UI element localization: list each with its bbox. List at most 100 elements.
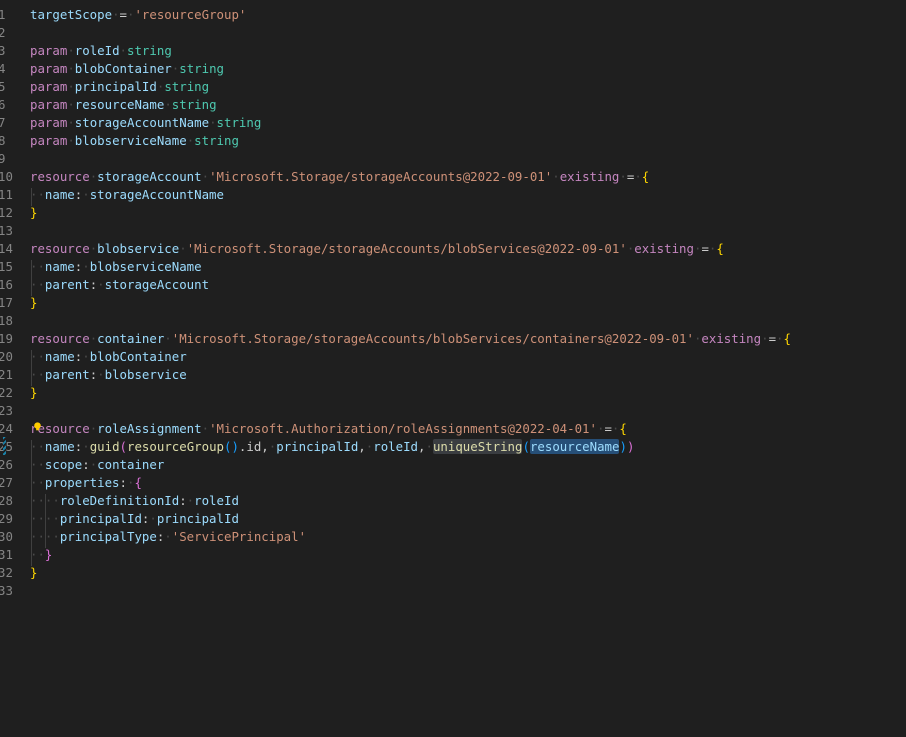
code-line[interactable]: 27 ··properties:·{ [0, 474, 906, 492]
line-content: resource·roleAssignment·'Microsoft.Autho… [30, 420, 627, 438]
line-content: ··properties:·{ [30, 474, 142, 492]
code-line[interactable]: 7 param·storageAccountName·string [0, 114, 906, 132]
code-token: : [119, 475, 127, 490]
code-token: ) [626, 439, 635, 454]
code-line[interactable]: 29 ····principalId:·principalId [0, 510, 906, 528]
code-line[interactable]: 10 resource·storageAccount·'Microsoft.Sto… [0, 168, 906, 186]
code-line[interactable]: 6 param·resourceName·string [0, 96, 906, 114]
code-token: 'Microsoft.Storage/storageAccounts/blobS… [186, 241, 627, 256]
code-token: } [30, 385, 38, 400]
line-number: 10 [0, 169, 13, 184]
code-token: · [67, 115, 75, 130]
code-line[interactable]: 8 param·blobserviceName·string [0, 132, 906, 150]
line-content: ··name:·storageAccountName [30, 186, 224, 204]
code-line[interactable]: 11 ··name:·storageAccountName [0, 186, 906, 204]
code-token: = [768, 331, 777, 346]
code-line[interactable]: 13 [0, 222, 906, 240]
line-number: 2 [0, 25, 6, 40]
code-token: uniqueString [432, 439, 523, 454]
code-token: · [164, 529, 172, 544]
code-token: { [619, 421, 627, 436]
code-line[interactable]: 18 [0, 312, 906, 330]
code-token: ( [522, 439, 530, 454]
code-token: existing [559, 169, 620, 184]
code-line[interactable]: 4 param·blobContainer·string [0, 60, 906, 78]
code-token: · [149, 511, 157, 526]
code-token: blobserviceName [74, 133, 187, 148]
line-number: 21 [0, 367, 13, 382]
code-token: { [716, 241, 724, 256]
code-token: param [30, 97, 68, 112]
code-token: · [67, 79, 75, 94]
code-token: 'resourceGroup' [134, 7, 247, 22]
code-token: principalId [59, 511, 142, 526]
code-token: ( [119, 439, 128, 454]
code-token: blobservice [97, 241, 180, 256]
code-line[interactable]: 31 ··} [0, 546, 906, 564]
scrolled-off-line [0, 0, 906, 4]
code-token: 'Microsoft.Storage/storageAccounts@2022-… [209, 169, 553, 184]
code-token: string [179, 61, 224, 76]
code-token: resource [30, 241, 90, 256]
code-line[interactable]: 9 [0, 150, 906, 168]
line-number: 11 [0, 187, 13, 202]
indent-guide [31, 260, 32, 296]
line-number: 31 [0, 547, 13, 562]
line-content: resource·storageAccount·'Microsoft.Stora… [30, 168, 649, 186]
code-line[interactable]: 22} [0, 384, 906, 402]
line-content: ··parent:·storageAccount [30, 276, 209, 294]
code-token: : [82, 457, 90, 472]
code-token: container [97, 457, 165, 472]
code-token: parent [44, 277, 90, 292]
code-token: blobservice [104, 367, 187, 382]
line-number: 12 [0, 205, 13, 220]
line-content: resource·blobservice·'Microsoft.Storage/… [30, 240, 724, 258]
line-number: 30 [0, 529, 13, 544]
code-token: param [30, 115, 68, 130]
code-line[interactable]: 2 [0, 24, 906, 42]
code-line[interactable]: 33 [0, 582, 906, 600]
code-line[interactable]: 24 resource·roleAssignment·'Microsoft.Aut… [0, 420, 906, 438]
line-number: 20 [0, 349, 13, 364]
code-line[interactable]: 5 param·principalId·string [0, 78, 906, 96]
code-line[interactable]: 20 ··name:·blobContainer [0, 348, 906, 366]
code-token: { [783, 331, 791, 346]
line-number: 15 [0, 259, 13, 274]
code-line[interactable]: 26 ··scope:·container [0, 456, 906, 474]
code-line[interactable]: 16 ··parent:·storageAccount [0, 276, 906, 294]
code-token: ) [619, 439, 627, 454]
code-line[interactable]: 19 resource·container·'Microsoft.Storage/… [0, 330, 906, 348]
code-line[interactable]: 14 resource·blobservice·'Microsoft.Storag… [0, 240, 906, 258]
indent-guide [31, 350, 32, 386]
code-line[interactable]: 3 param·roleId·string [0, 42, 906, 60]
code-token: ·· [30, 367, 45, 382]
code-token: string [127, 43, 172, 58]
code-token: ·· [30, 547, 45, 562]
code-line[interactable]: 23 [0, 402, 906, 420]
line-number: 22 [0, 385, 13, 400]
code-line[interactable]: 30 ····principalType:·'ServicePrincipal' [0, 528, 906, 546]
code-line[interactable]: 28 ····roleDefinitionId:·roleId [0, 492, 906, 510]
line-number: 24 [0, 421, 13, 436]
code-token: principalId [156, 511, 239, 526]
code-line[interactable]: 25··name:·guid(resourceGroup().id,·princ… [0, 438, 906, 456]
code-token: ·· [30, 349, 45, 364]
code-line[interactable]: 21 ··parent:·blobservice [0, 366, 906, 384]
code-line[interactable]: 15 ··name:·blobserviceName [0, 258, 906, 276]
code-line[interactable]: 12} [0, 204, 906, 222]
code-token: parent [44, 367, 90, 382]
code-editor[interactable]: 1 targetScope·=·'resourceGroup' 2 3 param·ro… [0, 0, 906, 737]
code-token: · [97, 367, 105, 382]
lightbulb-icon[interactable] [33, 422, 42, 431]
code-line[interactable]: 1 targetScope·=·'resourceGroup' [0, 6, 906, 24]
code-token: storageAccount [97, 169, 202, 184]
code-token: = [119, 7, 127, 22]
code-token: param [30, 43, 68, 58]
code-token: resourceName [529, 439, 620, 454]
diff-modified-marker[interactable] [3, 437, 6, 455]
code-token: · [82, 349, 90, 364]
line-content: ····principalType:·'ServicePrincipal' [30, 528, 306, 546]
code-line[interactable]: 17} [0, 294, 906, 312]
code-token: blobContainer [74, 61, 172, 76]
code-line[interactable]: 32} [0, 564, 906, 582]
